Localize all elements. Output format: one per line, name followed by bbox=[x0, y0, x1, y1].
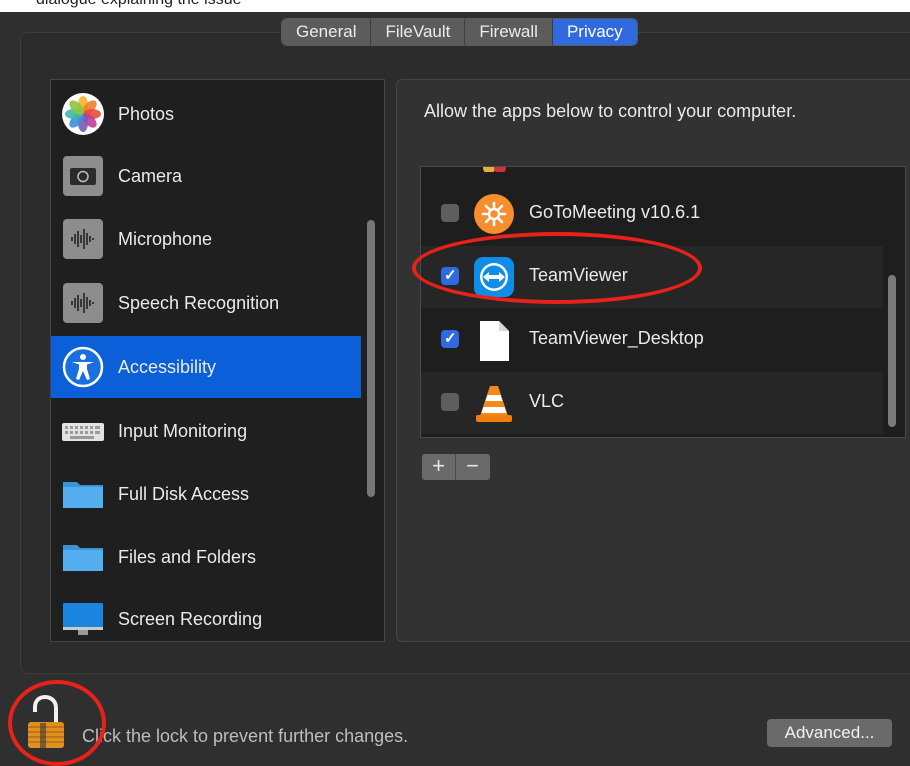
apps-heading: Allow the apps below to control your com… bbox=[424, 101, 797, 121]
sidebar-item-speech-recognition[interactable]: Speech Recognition bbox=[51, 272, 361, 334]
speech-recognition-icon bbox=[63, 283, 103, 323]
sidebar-item-label: Camera bbox=[118, 165, 183, 186]
advanced-button[interactable]: Advanced... bbox=[767, 719, 892, 747]
gotomeeting-checkbox[interactable] bbox=[441, 204, 459, 222]
vlc-checkbox[interactable] bbox=[441, 393, 459, 411]
folder-icon bbox=[63, 545, 103, 571]
sidebar-item-label: Screen Recording bbox=[118, 608, 263, 629]
folder-icon bbox=[63, 482, 103, 508]
vlc-cone-icon bbox=[476, 386, 512, 422]
list-item-teamviewer[interactable]: TeamViewer bbox=[421, 246, 883, 308]
gotomeeting-icon bbox=[474, 194, 514, 234]
sidebar-item-full-disk-access[interactable]: Full Disk Access bbox=[51, 463, 361, 525]
sidebar-item-label: Accessibility bbox=[118, 356, 217, 377]
accessibility-icon bbox=[62, 346, 104, 388]
sidebar-item-label: Speech Recognition bbox=[118, 292, 280, 313]
sidebar-item-files-and-folders[interactable]: Files and Folders bbox=[51, 526, 361, 588]
camera-icon bbox=[63, 156, 103, 196]
keyboard-icon bbox=[62, 423, 104, 441]
tab-firewall[interactable]: Firewall bbox=[465, 19, 553, 45]
sidebar-scrollbar[interactable] bbox=[367, 220, 375, 497]
teamviewer-checkbox[interactable] bbox=[441, 266, 459, 285]
app-list[interactable]: GoToMeeting v10.6.1 TeamViewer TeamViewe… bbox=[420, 166, 906, 438]
clipped-text: dialogue explaining the issue bbox=[36, 0, 241, 9]
teamviewer-desktop-checkbox[interactable] bbox=[441, 329, 459, 348]
app-name: TeamViewer bbox=[529, 265, 628, 285]
partial-app-icon bbox=[483, 167, 506, 172]
add-remove-control: + − bbox=[422, 454, 490, 480]
tab-general[interactable]: General bbox=[282, 19, 372, 45]
tab-filevault[interactable]: FileVault bbox=[371, 19, 466, 45]
privacy-category-list[interactable]: Photos Camera Microphone Speech Recognit… bbox=[50, 79, 385, 642]
sidebar-item-photos[interactable]: Photos bbox=[51, 83, 361, 145]
app-list-scrollbar[interactable] bbox=[888, 275, 896, 427]
photos-icon bbox=[62, 93, 104, 135]
app-name: GoToMeeting v10.6.1 bbox=[529, 202, 701, 222]
microphone-icon bbox=[63, 219, 103, 259]
list-item-teamviewer-desktop[interactable]: TeamViewer_Desktop bbox=[421, 309, 883, 371]
remove-button[interactable]: − bbox=[456, 454, 489, 480]
lock-status-text: Click the lock to prevent further change… bbox=[82, 726, 409, 746]
sidebar-item-label: Microphone bbox=[118, 228, 213, 249]
list-item-partial bbox=[421, 167, 883, 182]
sidebar-item-accessibility[interactable]: Accessibility bbox=[51, 336, 361, 398]
sidebar-item-label: Files and Folders bbox=[118, 546, 257, 567]
monitor-icon bbox=[63, 603, 103, 635]
sidebar-item-screen-recording[interactable]: Screen Recording bbox=[51, 588, 361, 641]
sidebar-item-label: Photos bbox=[118, 103, 175, 124]
sidebar-item-input-monitoring[interactable]: Input Monitoring bbox=[51, 400, 361, 462]
clipped-text-strip: dialogue explaining the issue bbox=[0, 0, 910, 12]
lock-icon[interactable] bbox=[25, 694, 71, 752]
add-button[interactable]: + bbox=[422, 454, 456, 480]
list-item-gotomeeting[interactable]: GoToMeeting v10.6.1 bbox=[421, 183, 883, 245]
sidebar-item-label: Input Monitoring bbox=[118, 420, 248, 441]
document-icon bbox=[480, 321, 509, 361]
sidebar-item-label: Full Disk Access bbox=[118, 483, 250, 504]
list-item-vlc[interactable]: VLC bbox=[421, 372, 883, 434]
sidebar-item-microphone[interactable]: Microphone bbox=[51, 208, 361, 270]
app-name: VLC bbox=[529, 391, 565, 411]
tab-bar: General FileVault Firewall Privacy bbox=[281, 18, 638, 46]
tab-privacy[interactable]: Privacy bbox=[552, 19, 637, 45]
sidebar-item-camera[interactable]: Camera bbox=[51, 145, 361, 207]
teamviewer-icon bbox=[474, 257, 514, 297]
app-name: TeamViewer_Desktop bbox=[529, 328, 704, 348]
